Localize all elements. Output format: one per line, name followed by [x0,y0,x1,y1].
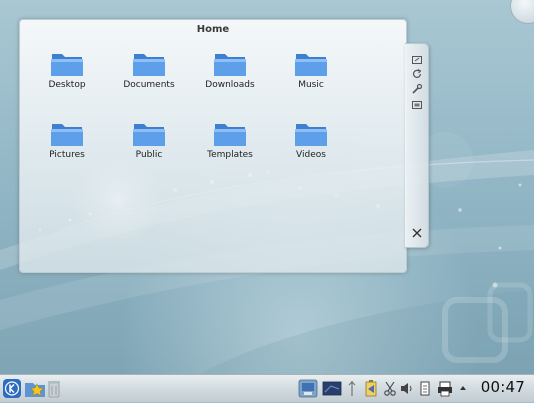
move-icon[interactable] [411,99,423,111]
volume-icon[interactable] [399,378,413,399]
folder-item[interactable]: Downloads [191,50,269,90]
folder-icon [295,124,327,146]
folder-label: Templates [207,150,253,160]
battery-icon[interactable] [362,378,380,399]
folder-label: Pictures [49,150,85,160]
folder-icon [295,54,327,76]
folder-icon [133,124,165,146]
folder-item[interactable]: Desktop [28,50,106,90]
resize-icon[interactable] [411,54,423,66]
folder-item[interactable]: Music [272,50,350,90]
network-icon[interactable] [298,378,318,399]
folder-view-title: Home [196,24,230,35]
klipper-icon[interactable] [383,378,397,399]
trash-icon[interactable] [47,378,61,399]
expand-arrow-icon[interactable] [458,378,468,399]
folder-icon [214,124,246,146]
clipboard-icon[interactable] [418,378,432,399]
folder-item[interactable]: Templates [191,120,269,160]
folder-item[interactable]: Pictures [28,120,106,160]
favorites-folder-icon[interactable] [24,378,46,399]
folder-label: Music [298,80,324,90]
folder-item[interactable]: Documents [110,50,188,90]
close-icon[interactable] [411,227,423,239]
folder-icon [133,54,165,76]
folder-label: Desktop [48,80,86,90]
folder-label: Public [135,150,163,160]
folder-icon [51,124,83,146]
configure-icon[interactable] [411,83,423,95]
printer-icon[interactable] [437,378,453,399]
folder-label: Documents [123,80,175,90]
folder-view-applet: Home Desktop Documents Downloads Music P… [19,19,407,273]
panel-clock[interactable]: 00:47 [481,378,525,396]
taskbar-panel: 00:47 [0,374,534,402]
desktop[interactable]: Home Desktop Documents Downloads Music P… [0,0,534,374]
kde-kickoff-icon[interactable] [2,378,22,399]
folder-label: Downloads [205,80,255,90]
folder-item[interactable]: Videos [272,120,350,160]
applet-handle[interactable] [405,43,429,248]
folder-icon [214,54,246,76]
folder-item[interactable]: Public [110,120,188,160]
folder-icon [51,54,83,76]
monitor-icon[interactable] [322,378,342,399]
rotate-icon[interactable] [411,68,423,80]
usb-icon[interactable] [347,378,357,399]
folder-label: Videos [296,150,326,160]
